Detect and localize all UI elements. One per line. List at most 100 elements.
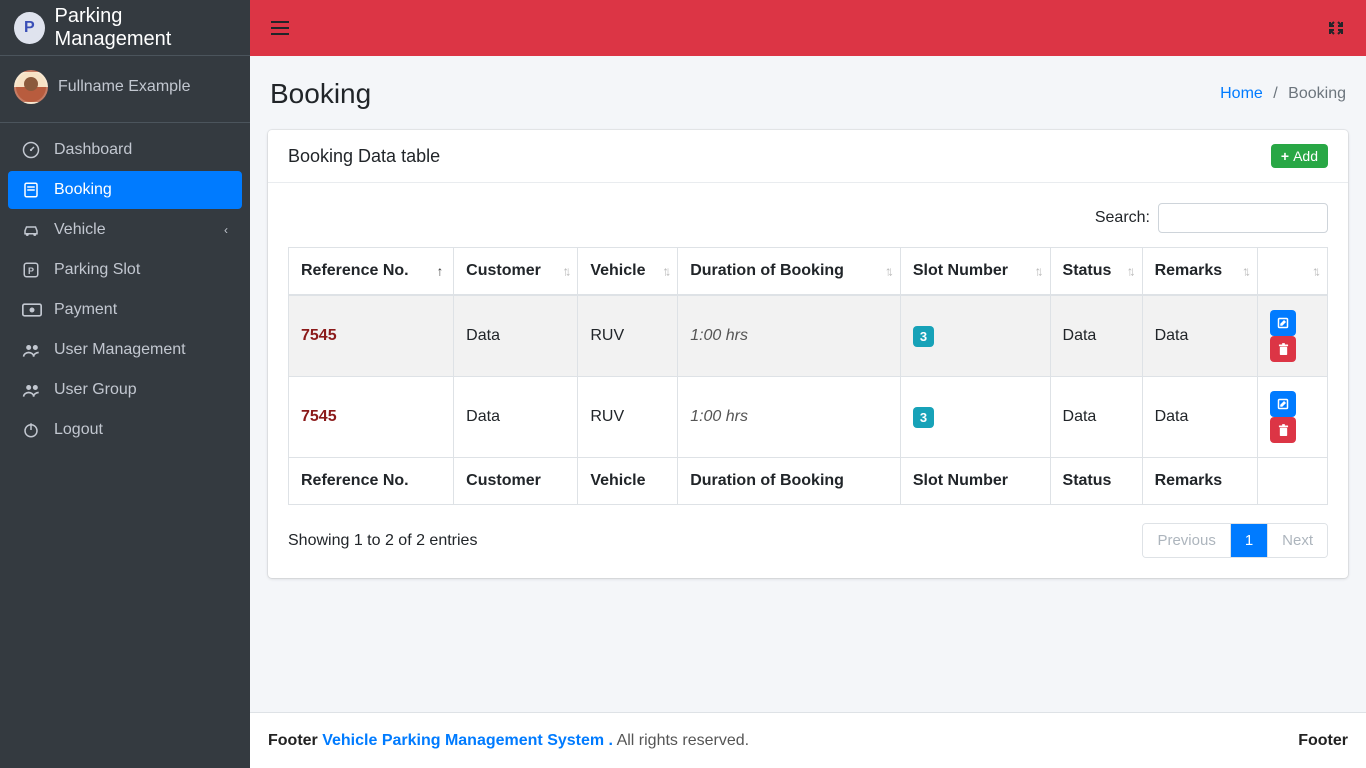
- footer-left-suffix: All rights reserved.: [617, 732, 750, 749]
- sidebar-item-label: Vehicle: [54, 221, 106, 239]
- pager-page-1[interactable]: 1: [1230, 524, 1267, 557]
- sidebar-item-payment[interactable]: Payment: [8, 291, 242, 329]
- dashboard-icon: [22, 141, 42, 159]
- col-reference[interactable]: Reference No.↑: [289, 248, 454, 296]
- reference-link[interactable]: 7545: [301, 327, 337, 344]
- svg-text:P: P: [28, 266, 34, 276]
- sort-icon: ↑↓: [1127, 264, 1132, 279]
- topbar: [250, 0, 1366, 56]
- table-footer-row: Reference No. Customer Vehicle Duration …: [289, 458, 1328, 505]
- user-group-icon: [22, 382, 42, 398]
- pager-next[interactable]: Next: [1267, 524, 1327, 557]
- search-row: Search:: [288, 203, 1328, 233]
- plus-icon: +: [1281, 148, 1289, 164]
- user-fullname: Fullname Example: [58, 78, 191, 96]
- table-row: 7545 Data RUV 1:00 hrs 3 Data Data: [289, 295, 1328, 377]
- sort-asc-icon: ↑: [437, 264, 444, 279]
- footer-remarks: Remarks: [1142, 458, 1257, 505]
- power-icon: [22, 421, 42, 439]
- slot-badge: 3: [913, 407, 934, 428]
- sidebar-item-logout[interactable]: Logout: [8, 411, 242, 449]
- users-icon: [22, 342, 42, 358]
- col-slot[interactable]: Slot Number↑↓: [900, 248, 1050, 296]
- sidebar: P Parking Management Fullname Example Da…: [0, 0, 250, 768]
- sidebar-nav: Dashboard Booking Vehicle ‹: [0, 123, 250, 459]
- cell-vehicle: RUV: [578, 377, 678, 458]
- col-duration[interactable]: Duration of Booking↑↓: [678, 248, 901, 296]
- user-panel[interactable]: Fullname Example: [0, 56, 250, 123]
- breadcrumb-current: Booking: [1288, 85, 1346, 102]
- brand[interactable]: P Parking Management: [0, 0, 250, 56]
- sidebar-item-user-management[interactable]: User Management: [8, 331, 242, 369]
- delete-button[interactable]: [1270, 336, 1296, 362]
- breadcrumb-home-link[interactable]: Home: [1220, 85, 1263, 102]
- sidebar-item-label: Dashboard: [54, 141, 132, 159]
- parking-icon: P: [22, 261, 42, 279]
- cell-vehicle: RUV: [578, 295, 678, 377]
- cell-duration: 1:00 hrs: [678, 295, 901, 377]
- sort-icon: ↑↓: [1312, 264, 1317, 279]
- sidebar-item-label: User Group: [54, 381, 137, 399]
- sidebar-item-label: User Management: [54, 341, 186, 359]
- slot-badge: 3: [913, 326, 934, 347]
- reference-link[interactable]: 7545: [301, 408, 337, 425]
- footer-vehicle: Vehicle: [578, 458, 678, 505]
- footer-right: Footer: [1298, 732, 1348, 750]
- page-title: Booking: [270, 78, 371, 110]
- sort-icon: ↑↓: [562, 264, 567, 279]
- add-button[interactable]: + Add: [1271, 144, 1328, 168]
- col-remarks[interactable]: Remarks↑↓: [1142, 248, 1257, 296]
- breadcrumb-separator: /: [1267, 85, 1283, 102]
- footer-left-prefix: Footer: [268, 732, 322, 749]
- fullscreen-toggle-button[interactable]: [1324, 16, 1348, 40]
- hamburger-icon: [271, 21, 289, 35]
- sort-icon: ↑↓: [885, 264, 890, 279]
- sidebar-item-parking-slot[interactable]: P Parking Slot: [8, 251, 242, 289]
- brand-title: Parking Management: [55, 5, 236, 51]
- cell-customer: Data: [454, 377, 578, 458]
- sidebar-item-label: Logout: [54, 421, 103, 439]
- edit-icon: [1277, 398, 1289, 410]
- sidebar-item-dashboard[interactable]: Dashboard: [8, 131, 242, 169]
- footer-status: Status: [1050, 458, 1142, 505]
- footer-left: Footer Vehicle Parking Management System…: [268, 732, 749, 750]
- payment-icon: [22, 303, 42, 317]
- avatar: [14, 70, 48, 104]
- col-status[interactable]: Status↑↓: [1050, 248, 1142, 296]
- trash-icon: [1278, 343, 1289, 356]
- col-customer[interactable]: Customer↑↓: [454, 248, 578, 296]
- footer-link[interactable]: Vehicle Parking Management System .: [322, 732, 613, 749]
- booking-table: Reference No.↑ Customer↑↓ Vehicle↑↓ Dura…: [288, 247, 1328, 505]
- col-vehicle[interactable]: Vehicle↑↓: [578, 248, 678, 296]
- sidebar-item-booking[interactable]: Booking: [8, 171, 242, 209]
- footer-actions: [1258, 458, 1328, 505]
- sidebar-item-label: Payment: [54, 301, 117, 319]
- cell-remarks: Data: [1142, 295, 1257, 377]
- search-label: Search:: [1095, 209, 1150, 227]
- sort-icon: ↑↓: [1242, 264, 1247, 279]
- cell-status: Data: [1050, 295, 1142, 377]
- edit-icon: [1277, 317, 1289, 329]
- col-actions[interactable]: ↑↓: [1258, 248, 1328, 296]
- pager-prev[interactable]: Previous: [1143, 524, 1229, 557]
- sidebar-item-user-group[interactable]: User Group: [8, 371, 242, 409]
- search-input[interactable]: [1158, 203, 1328, 233]
- edit-button[interactable]: [1270, 391, 1296, 417]
- booking-card: Booking Data table + Add Search: Referen…: [268, 130, 1348, 578]
- delete-button[interactable]: [1270, 417, 1296, 443]
- sidebar-toggle-button[interactable]: [268, 16, 292, 40]
- table-info: Showing 1 to 2 of 2 entries: [288, 532, 477, 550]
- sort-icon: ↑↓: [662, 264, 667, 279]
- card-header: Booking Data table + Add: [268, 130, 1348, 183]
- footer-slot: Slot Number: [900, 458, 1050, 505]
- sort-icon: ↑↓: [1035, 264, 1040, 279]
- compress-icon: [1328, 20, 1344, 36]
- sidebar-item-label: Parking Slot: [54, 261, 140, 279]
- trash-icon: [1278, 424, 1289, 437]
- edit-button[interactable]: [1270, 310, 1296, 336]
- sidebar-item-vehicle[interactable]: Vehicle ‹: [8, 211, 242, 249]
- cell-remarks: Data: [1142, 377, 1257, 458]
- pagination: Previous 1 Next: [1142, 523, 1328, 558]
- content-header: Booking Home / Booking: [268, 74, 1348, 116]
- cell-duration: 1:00 hrs: [678, 377, 901, 458]
